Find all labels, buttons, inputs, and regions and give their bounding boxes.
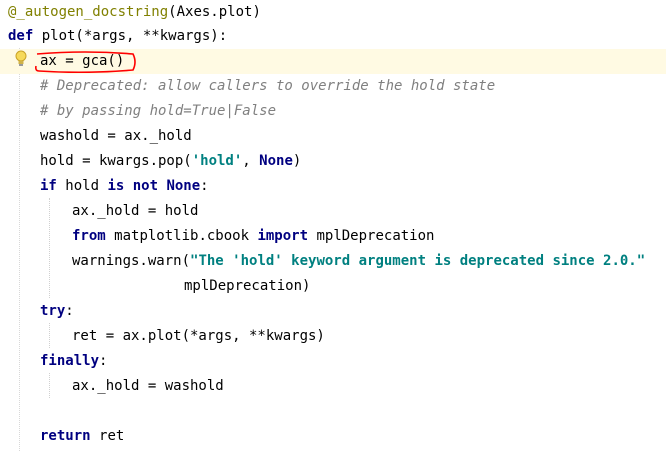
code-line[interactable]: from matplotlib.cbook import mplDeprecat… bbox=[0, 224, 666, 249]
code-token: mplDeprecation) bbox=[184, 278, 311, 294]
code-token: ret bbox=[99, 428, 125, 444]
code-token: ret = ax.plot(*args, **kwargs) bbox=[72, 328, 325, 344]
code-text: ax = gca() bbox=[40, 49, 124, 74]
code-line[interactable]: # Deprecated: allow callers to override … bbox=[0, 74, 666, 99]
code-line[interactable]: finally: bbox=[0, 349, 666, 374]
code-line[interactable]: ax._hold = hold bbox=[0, 199, 666, 224]
code-token: washold = ax._hold bbox=[40, 128, 192, 144]
code-text: finally: bbox=[40, 349, 107, 374]
code-token: import bbox=[257, 228, 317, 244]
code-text: washold = ax._hold bbox=[40, 124, 192, 149]
code-line[interactable]: ax = gca() bbox=[0, 49, 666, 74]
code-token: matplotlib.cbook bbox=[114, 228, 258, 244]
code-text: ax._hold = hold bbox=[72, 199, 198, 224]
code-text: ax._hold = washold bbox=[72, 374, 224, 399]
code-token: None bbox=[259, 153, 293, 169]
code-line[interactable]: # by passing hold=True|False bbox=[0, 99, 666, 124]
code-token: hold bbox=[65, 178, 108, 194]
code-token: if bbox=[40, 178, 66, 194]
code-text: if hold is not None: bbox=[40, 174, 209, 199]
code-text: # by passing hold=True|False bbox=[40, 99, 276, 124]
code-line[interactable]: ret = ax.plot(*args, **kwargs) bbox=[0, 324, 666, 349]
code-token: : bbox=[99, 353, 108, 369]
code-token: (Axes.plot) bbox=[168, 4, 261, 20]
code-text: ret = ax.plot(*args, **kwargs) bbox=[72, 324, 325, 349]
code-text: mplDeprecation) bbox=[184, 274, 310, 299]
code-text: def plot(*args, **kwargs): bbox=[8, 24, 227, 49]
code-token: from bbox=[72, 228, 115, 244]
code-token: finally bbox=[40, 353, 100, 369]
code-token: : bbox=[65, 303, 74, 319]
code-text: # Deprecated: allow callers to override … bbox=[40, 74, 495, 99]
code-line[interactable]: return ret bbox=[0, 424, 666, 449]
code-token: , bbox=[242, 153, 260, 169]
lightbulb-icon[interactable] bbox=[14, 50, 28, 68]
code-token: return bbox=[40, 428, 100, 444]
code-text: warnings.warn("The 'hold' keyword argume… bbox=[72, 249, 645, 274]
code-line[interactable]: mplDeprecation) bbox=[0, 274, 666, 299]
code-editor[interactable]: @_autogen_docstring(Axes.plot) def plot(*… bbox=[0, 0, 666, 451]
code-token: ax._hold = washold bbox=[72, 378, 224, 394]
code-token: ) bbox=[292, 153, 302, 169]
code-token: is not None bbox=[107, 178, 201, 194]
code-text: from matplotlib.cbook import mplDeprecat… bbox=[72, 224, 434, 249]
code-token: warnings.warn( bbox=[72, 253, 191, 269]
code-line[interactable]: def plot(*args, **kwargs): bbox=[0, 24, 666, 49]
code-line[interactable]: washold = ax._hold bbox=[0, 124, 666, 149]
code-token: # Deprecated: allow callers to override … bbox=[40, 78, 496, 94]
code-token: "The 'hold' keyword argument is deprecat… bbox=[190, 253, 646, 269]
code-line[interactable]: ax._hold = washold bbox=[0, 374, 666, 399]
code-line[interactable]: @_autogen_docstring(Axes.plot) bbox=[0, 0, 666, 25]
code-token: 'hold' bbox=[191, 153, 243, 169]
code-line[interactable]: warnings.warn("The 'hold' keyword argume… bbox=[0, 249, 666, 274]
code-token: mplDeprecation bbox=[316, 228, 435, 244]
code-line[interactable]: try: bbox=[0, 299, 666, 324]
code-token: plot(*args, **kwargs): bbox=[41, 28, 228, 44]
code-token: ax = gca() bbox=[40, 53, 125, 69]
code-token: @_autogen_docstring bbox=[8, 4, 169, 20]
code-token: def bbox=[8, 28, 42, 44]
code-token: : bbox=[200, 178, 209, 194]
code-line[interactable]: if hold is not None: bbox=[0, 174, 666, 199]
code-token: hold = kwargs.pop( bbox=[40, 153, 192, 169]
code-text: hold = kwargs.pop('hold', None) bbox=[40, 149, 301, 174]
code-text: try: bbox=[40, 299, 74, 324]
code-token: ax._hold = hold bbox=[72, 203, 199, 219]
code-token: try bbox=[40, 303, 66, 319]
code-line[interactable]: hold = kwargs.pop('hold', None) bbox=[0, 149, 666, 174]
code-token: # by passing hold=True|False bbox=[40, 103, 277, 119]
code-line[interactable] bbox=[0, 399, 666, 424]
code-text: return ret bbox=[40, 424, 124, 449]
code-text: @_autogen_docstring(Axes.plot) bbox=[8, 0, 261, 25]
